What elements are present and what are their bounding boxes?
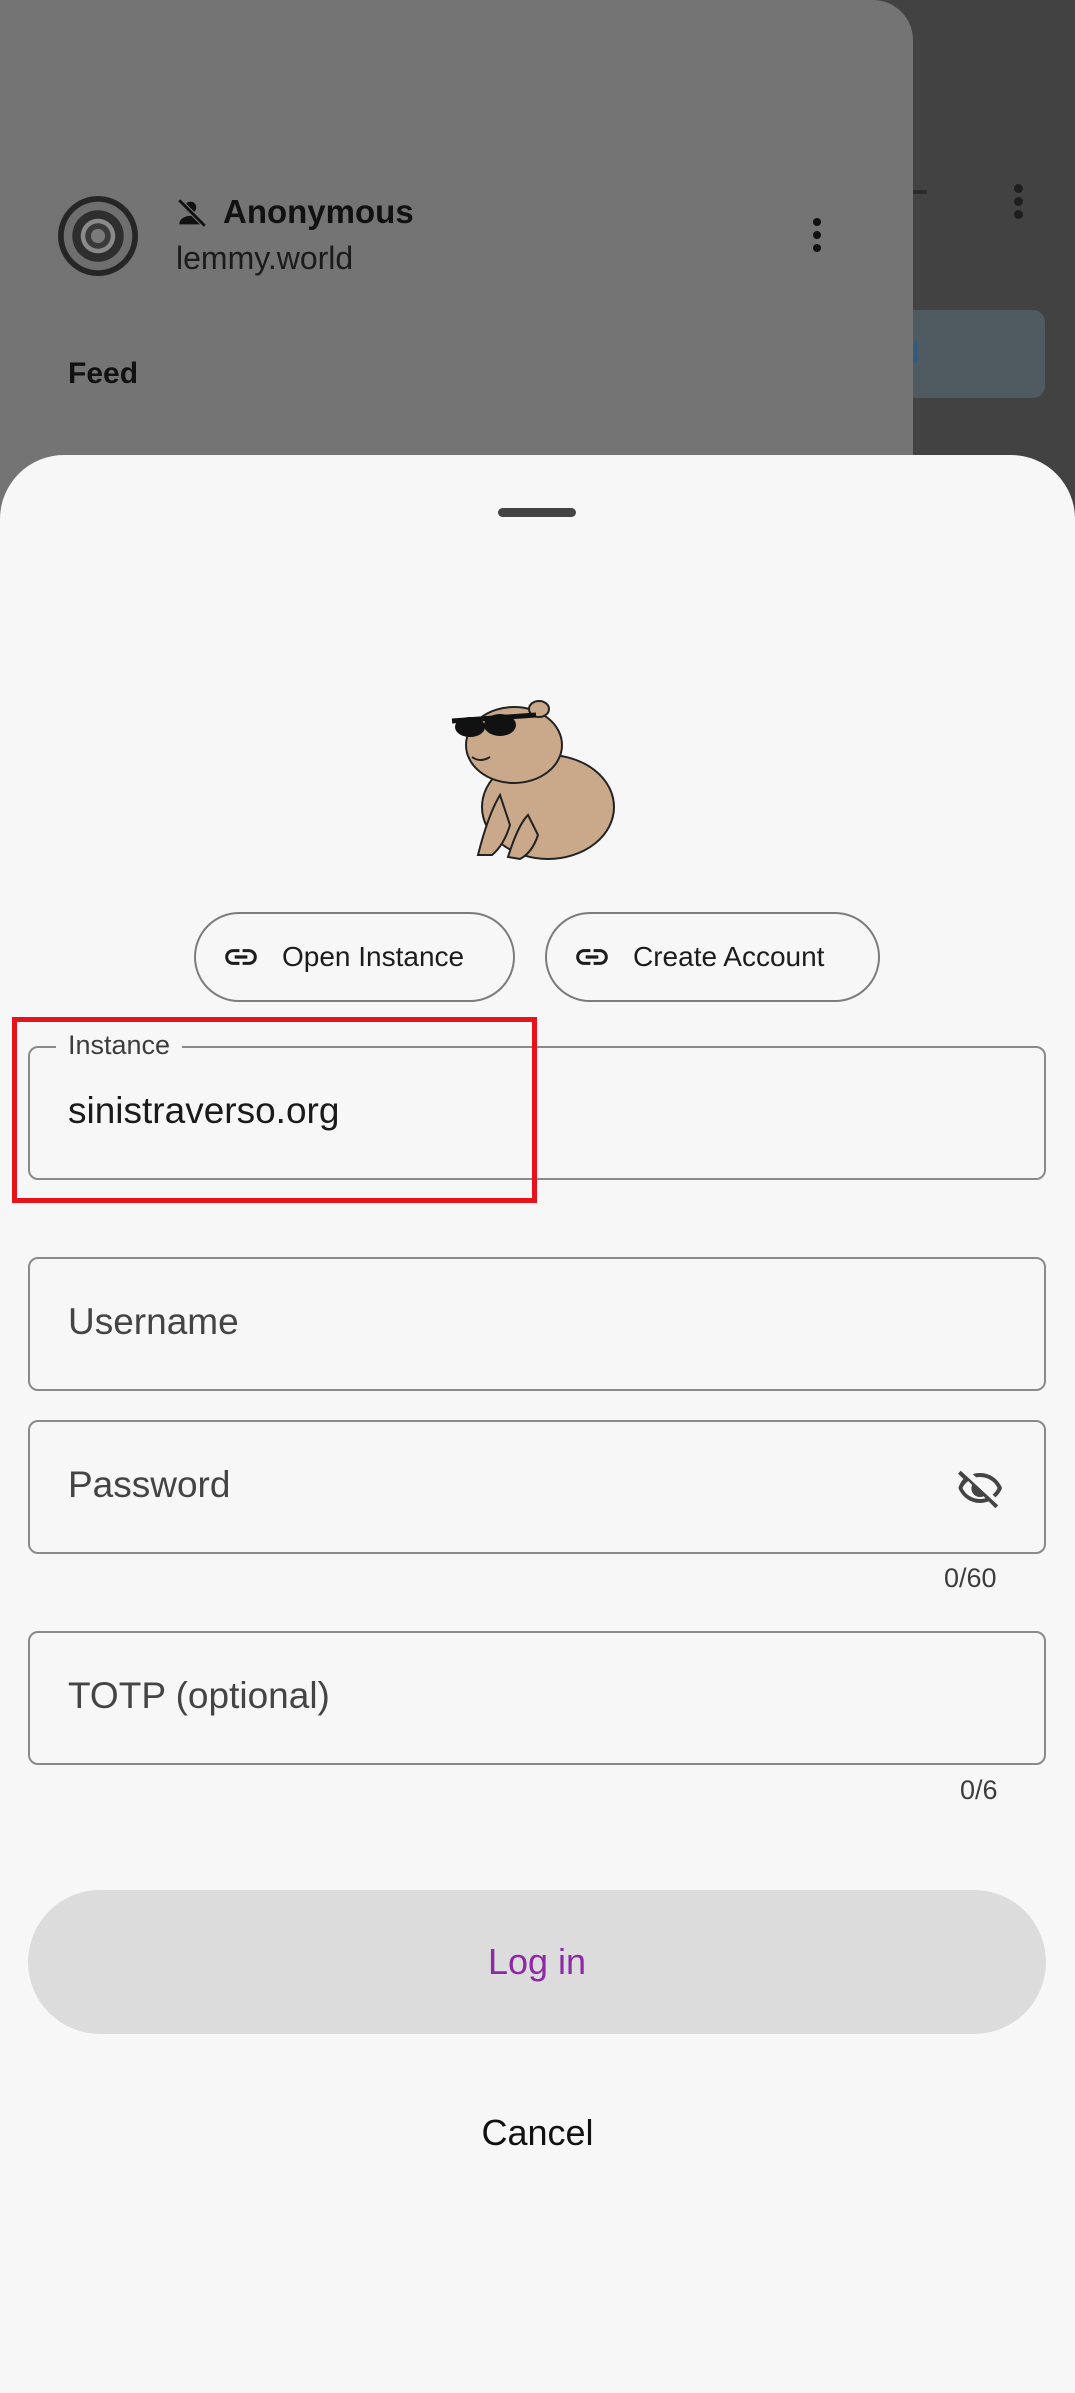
open-instance-label: Open Instance — [282, 941, 465, 972]
username-placeholder: Username — [68, 1301, 239, 1342]
account-name: Anonymous — [223, 193, 414, 230]
highlight-box — [12, 1017, 537, 1203]
login-button[interactable]: Log in — [28, 1890, 1046, 2034]
capybara-mascot — [451, 700, 615, 861]
password-placeholder: Password — [68, 1464, 231, 1505]
open-instance-button[interactable]: Open Instance — [194, 912, 515, 1002]
account-instance: lemmy.world — [176, 240, 354, 276]
totp-field[interactable]: TOTP (optional) — [28, 1631, 1046, 1765]
anonymous-user-icon — [177, 198, 207, 228]
link-icon — [576, 949, 608, 965]
totp-counter: 0/6 — [960, 1775, 998, 1805]
password-field[interactable]: Password — [28, 1420, 1046, 1554]
drag-handle[interactable] — [498, 508, 576, 517]
visibility-off-icon[interactable] — [952, 1464, 1008, 1512]
more-vert-icon[interactable] — [808, 218, 826, 258]
totp-placeholder: TOTP (optional) — [68, 1675, 330, 1716]
login-label: Log in — [487, 1941, 587, 1982]
link-icon — [225, 949, 257, 965]
username-field[interactable]: Username — [28, 1257, 1046, 1391]
login-bottom-sheet: Open Instance Create Account Instance si… — [0, 455, 1075, 2393]
feed-section-title: Feed — [68, 357, 139, 390]
background-more-icon — [1008, 184, 1028, 224]
create-account-label: Create Account — [633, 941, 825, 972]
create-account-button[interactable]: Create Account — [545, 912, 880, 1002]
avatar[interactable] — [58, 196, 138, 276]
cancel-button[interactable]: Cancel — [0, 2112, 1075, 2154]
password-counter: 0/60 — [944, 1563, 997, 1593]
